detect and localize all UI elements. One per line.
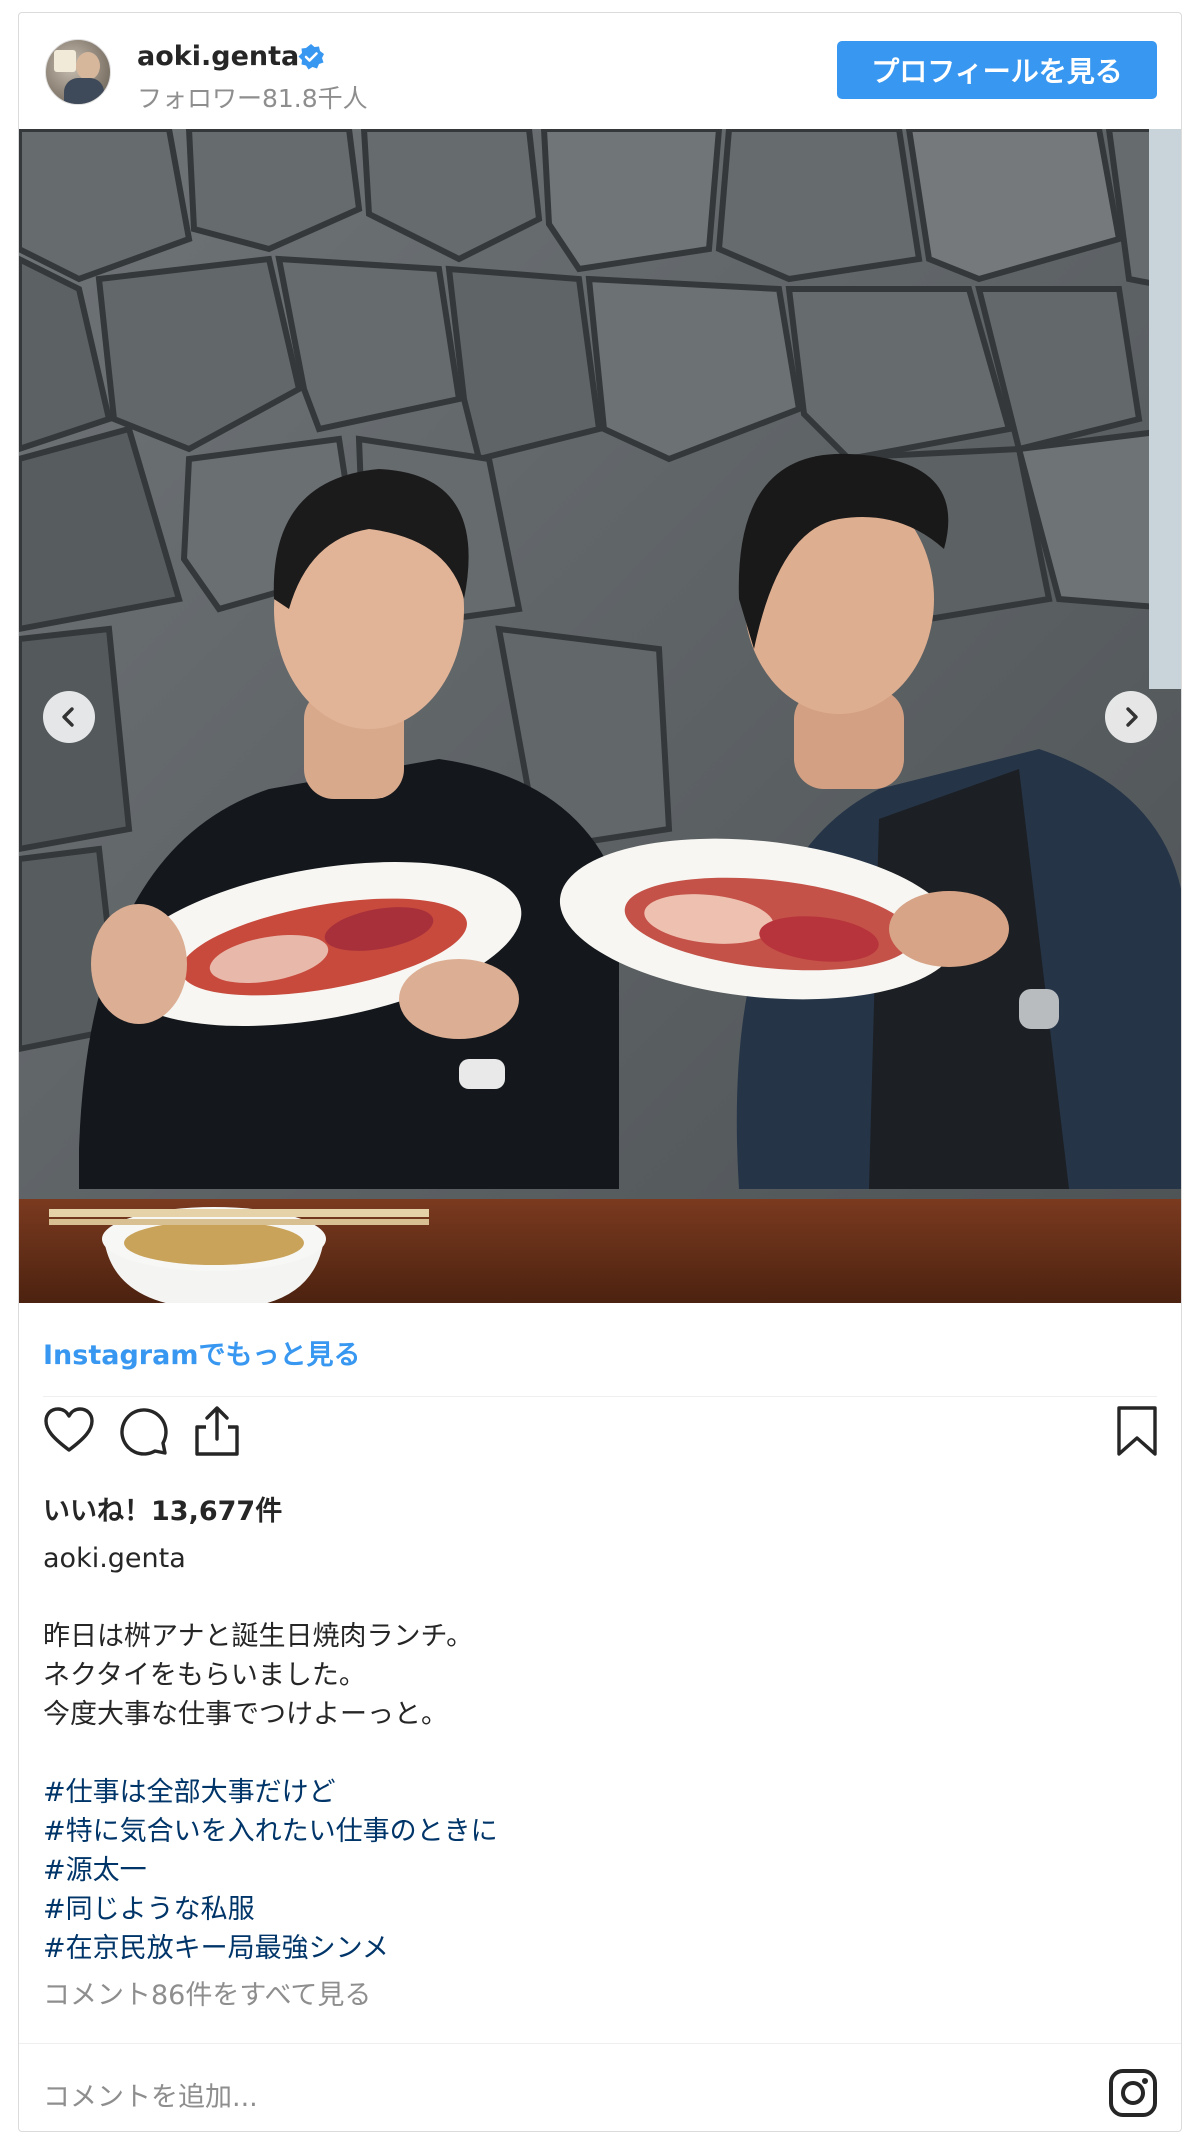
avatar-icon[interactable] [45,39,111,105]
heart-icon[interactable] [41,1403,97,1459]
next-photo-button[interactable] [1105,691,1157,743]
hashtag-link[interactable]: #在京民放キー局最強シンメ [43,1929,498,1968]
post-image [19,129,1181,1303]
view-more-on-instagram-link[interactable]: Instagramでもっと見る [43,1333,360,1372]
hashtag-link[interactable]: #仕事は全部大事だけど [43,1773,498,1812]
like-count[interactable]: いいね！13,677件 [43,1489,282,1528]
comment-icon[interactable] [115,1403,171,1459]
username[interactable]: aoki.genta [137,41,299,72]
post-photo[interactable] [19,129,1181,1303]
previous-photo-button[interactable] [43,691,95,743]
hashtag-link[interactable]: #源太一 [43,1851,498,1890]
caption-author[interactable]: aoki.genta [43,1543,186,1574]
action-bar [37,1403,1157,1463]
hashtag-link[interactable]: #特に気合いを入れたい仕事のときに [43,1812,498,1851]
view-profile-button[interactable]: プロフィールを見る [837,41,1157,99]
share-icon[interactable] [189,1403,245,1459]
instagram-embed-card: aoki.genta フォロワー81.8千人 プロフィールを見る Instagr… [18,12,1182,2132]
bookmark-icon[interactable] [1109,1403,1165,1459]
divider [19,2043,1181,2044]
add-comment-input[interactable]: コメントを追加... [43,2075,258,2114]
caption-line: ネクタイをもらいました。 [43,1660,366,1691]
instagram-logo-icon[interactable] [1107,2067,1159,2119]
caption-line: 今度大事な仕事でつけよーっと。 [43,1699,448,1730]
hashtag-link[interactable]: #同じような私服 [43,1890,498,1929]
view-all-comments-link[interactable]: コメント86件をすべて見る [43,1973,371,2012]
chevron-right-icon [1126,707,1138,727]
caption-text: 昨日は桝アナと誕生日焼肉ランチ。 ネクタイをもらいました。 今度大事な仕事でつけ… [43,1617,473,1734]
chevron-left-icon [62,707,74,727]
hashtag-list: #仕事は全部大事だけど #特に気合いを入れたい仕事のときに #源太一 #同じよう… [43,1773,498,1968]
divider [43,1396,1157,1397]
caption-line: 昨日は桝アナと誕生日焼肉ランチ。 [43,1621,474,1652]
follower-count: フォロワー81.8千人 [137,84,368,113]
verified-badge-icon [298,44,324,70]
post-header: aoki.genta フォロワー81.8千人 プロフィールを見る [19,13,1181,129]
